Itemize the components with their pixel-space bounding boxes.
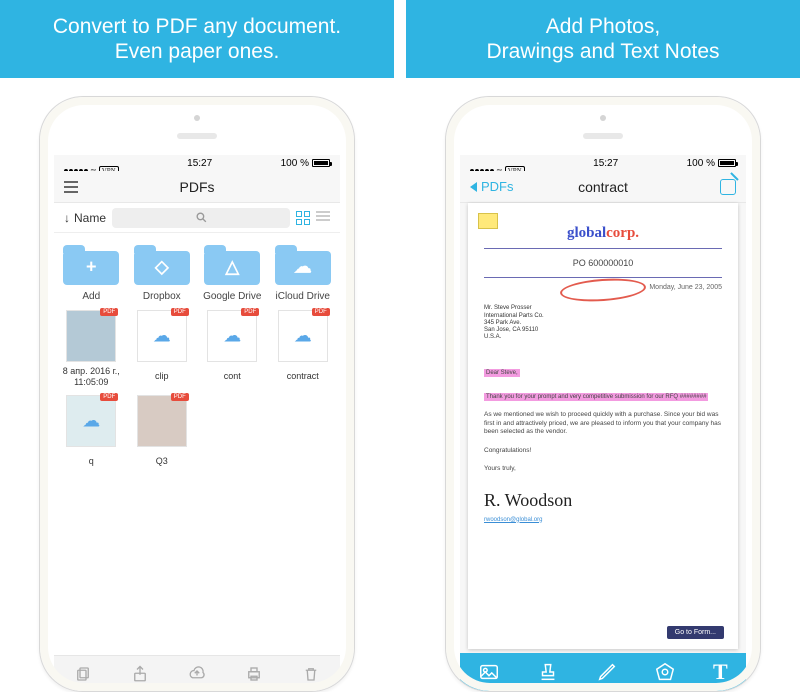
copy-icon: [74, 665, 92, 683]
stamp-icon: [537, 661, 559, 683]
pencil-icon: [596, 661, 618, 683]
hamburger-icon: [64, 181, 78, 193]
text-icon: T: [713, 659, 728, 685]
share-button[interactable]: [127, 663, 153, 685]
shape-icon: [654, 661, 676, 683]
add-photo-button[interactable]: [478, 661, 500, 683]
congrats-line: Congratulations!: [484, 447, 722, 455]
shape-button[interactable]: [654, 661, 676, 683]
promo-headline-1: Convert to PDF any document. Even paper …: [0, 0, 394, 78]
drawing-annotation: [559, 276, 646, 304]
grid-view-button[interactable]: [296, 211, 310, 225]
document-view[interactable]: globalcorp. PO 600000010 Monday, June 23…: [468, 203, 738, 649]
file-item[interactable]: PDFQ3: [127, 391, 198, 475]
signature: R. Woodson: [484, 490, 722, 511]
edit-button[interactable]: [720, 179, 736, 195]
file-item[interactable]: PDF☁cont: [197, 306, 268, 391]
chevron-left-icon: [470, 182, 477, 192]
file-item[interactable]: PDF☁contract: [268, 306, 339, 391]
highlight-annotation: Thank you for your prompt and very compe…: [484, 393, 708, 401]
back-button[interactable]: PDFs: [470, 179, 514, 194]
text-note-button[interactable]: T: [713, 659, 728, 685]
cloud-icon: ☁: [294, 257, 312, 278]
po-number: PO 600000010: [484, 255, 722, 271]
folder-gdrive[interactable]: △Google Drive: [197, 239, 268, 306]
file-grid: +Add ◇Dropbox △Google Drive ☁iCloud Driv…: [54, 233, 340, 669]
down-arrow-icon: ↓: [64, 211, 70, 225]
cloud-upload-icon: [186, 665, 208, 683]
printer-icon: [244, 665, 264, 683]
app-screen-1: ≋ VPN 15:27 100 % PDFs ↓: [54, 155, 340, 691]
goto-form-button[interactable]: Go to Form...: [667, 626, 724, 639]
dropbox-icon: ◇: [155, 257, 169, 278]
document-logo: globalcorp.: [484, 225, 722, 242]
phone-frame-2: ≋ VPN 15:27 100 % PDFs contract: [445, 96, 761, 692]
body-paragraph: As we mentioned we wish to proceed quick…: [484, 411, 722, 436]
status-time: 15:27: [187, 158, 212, 169]
promo-panel-1: Convert to PDF any document. Even paper …: [0, 0, 394, 672]
gdrive-icon: △: [225, 257, 239, 278]
folder-dropbox[interactable]: ◇Dropbox: [127, 239, 198, 306]
image-icon: [478, 661, 500, 683]
print-button[interactable]: [241, 663, 267, 685]
nav-bar: PDFs: [54, 171, 340, 203]
delete-button[interactable]: [298, 663, 324, 685]
folder-add[interactable]: +Add: [56, 239, 127, 306]
cloud-button[interactable]: [184, 663, 210, 685]
search-icon: [195, 211, 208, 224]
nav-bar: PDFs contract: [460, 171, 746, 203]
stamp-button[interactable]: [537, 661, 559, 683]
list-view-button[interactable]: [316, 211, 330, 225]
nav-title: PDFs: [54, 179, 340, 195]
status-time: 15:27: [593, 158, 618, 169]
annotation-toolbar: T: [460, 653, 746, 691]
sort-toolbar: ↓ Name: [54, 203, 340, 233]
search-field[interactable]: [112, 208, 290, 228]
app-screen-2: ≋ VPN 15:27 100 % PDFs contract: [460, 155, 746, 691]
salutation-highlight: Dear Steve,: [484, 369, 520, 377]
promo-panel-2: Add Photos, Drawings and Text Notes ≋ VP…: [406, 0, 800, 672]
file-item[interactable]: PDF8 апр. 2016 г., 11:05:09: [56, 306, 127, 391]
promo-headline-2: Add Photos, Drawings and Text Notes: [406, 0, 800, 78]
status-bar: ≋ VPN 15:27 100 %: [460, 155, 746, 171]
address-block: Mr. Steve Prosser International Parts Co…: [484, 305, 722, 341]
folder-icloud[interactable]: ☁iCloud Drive: [268, 239, 339, 306]
sticky-note-icon[interactable]: [478, 213, 498, 229]
email-link: rwoodson@global.org: [484, 517, 722, 523]
sort-button[interactable]: ↓ Name: [64, 211, 106, 225]
status-bar: ≋ VPN 15:27 100 %: [54, 155, 340, 171]
phone-frame-1: ≋ VPN 15:27 100 % PDFs ↓: [39, 96, 355, 692]
menu-button[interactable]: [64, 181, 78, 193]
bottom-toolbar: [54, 655, 340, 691]
copy-button[interactable]: [70, 663, 96, 685]
share-icon: [131, 665, 149, 683]
closing-line: Yours truly,: [484, 465, 722, 473]
file-item[interactable]: PDF☁q: [56, 391, 127, 475]
compose-icon: [720, 179, 736, 195]
trash-icon: [302, 665, 320, 683]
file-item[interactable]: PDF☁clip: [127, 306, 198, 391]
draw-button[interactable]: [596, 661, 618, 683]
plus-icon: +: [86, 257, 97, 278]
